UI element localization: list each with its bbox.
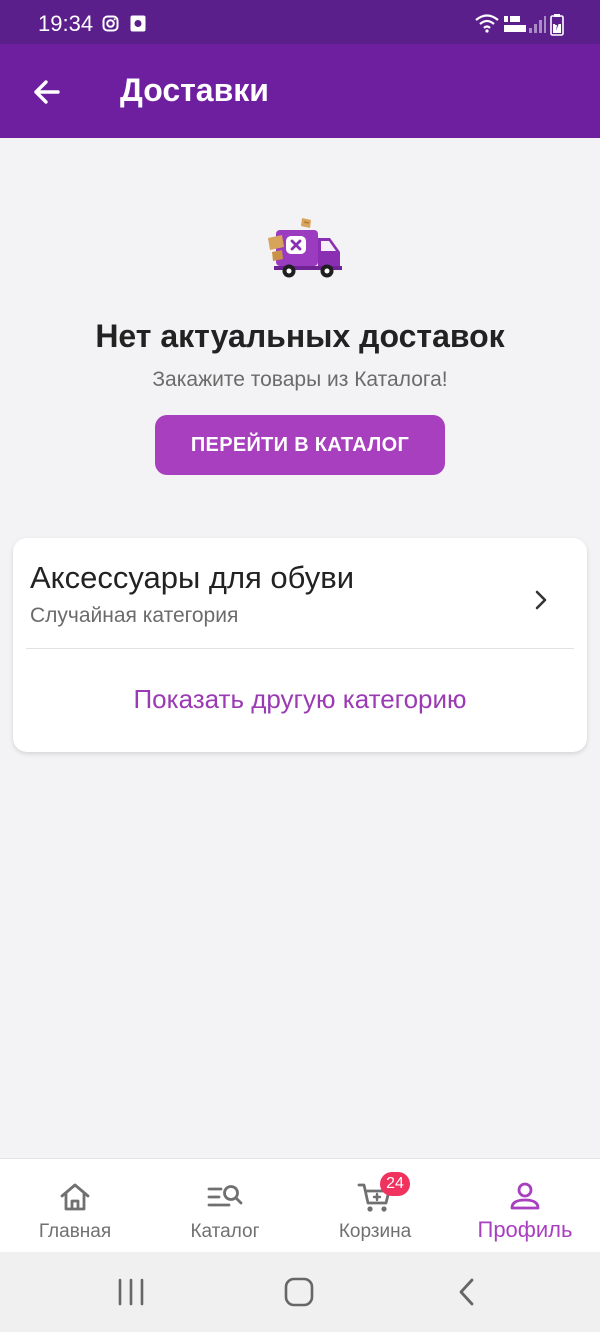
category-title: Аксессуары для обуви [30, 560, 355, 595]
random-category-card: Аксессуары для обуви Случайная категория… [13, 538, 587, 752]
bottom-nav: Главная Каталог 24 Корзина Профиль [0, 1158, 600, 1253]
delivery-truck-icon [268, 218, 342, 278]
profile-icon [510, 1182, 540, 1210]
nav-label-home: Главная [38, 1221, 112, 1242]
instagram-icon [102, 15, 119, 32]
nav-label-catalog: Каталог [190, 1221, 260, 1242]
arrow-back-icon[interactable] [22, 68, 70, 116]
status-time: 19:34 [38, 11, 94, 36]
cart-badge: 24 [380, 1172, 410, 1196]
wifi-icon [475, 14, 499, 33]
volte-lte-icon [504, 16, 526, 32]
catalog-search-icon [207, 1185, 243, 1207]
app-bar: Доставки [0, 44, 600, 138]
go-to-catalog-button[interactable]: ПЕРЕЙТИ В КАТАЛОГ [155, 415, 445, 475]
page-title: Доставки [120, 72, 269, 108]
battery-icon [550, 14, 564, 36]
nav-label-cart: Корзина [338, 1221, 412, 1242]
card-divider [26, 648, 574, 649]
empty-state-subtitle: Закажите товары из Каталога! [152, 368, 448, 391]
status-bar: 19:34 [0, 0, 600, 44]
home-circle-icon[interactable] [283, 1277, 315, 1307]
nav-label-profile: Профиль [477, 1217, 573, 1242]
empty-state-title: Нет актуальных доставок [95, 318, 505, 354]
media-app-icon [130, 15, 146, 32]
nav-item-cart[interactable]: 24 Корзина [300, 1159, 450, 1253]
recents-icon[interactable] [114, 1277, 148, 1307]
back-chevron-icon[interactable] [454, 1277, 480, 1307]
system-nav-bar [0, 1252, 600, 1332]
chevron-right-icon [535, 590, 547, 610]
nav-item-catalog[interactable]: Каталог [150, 1159, 300, 1253]
category-subtitle: Случайная категория [30, 604, 239, 627]
nav-item-home[interactable]: Главная [0, 1159, 150, 1253]
show-another-category-link[interactable]: Показать другую категорию [13, 684, 587, 715]
signal-icon [529, 16, 546, 33]
home-icon [60, 1183, 90, 1211]
nav-item-profile[interactable]: Профиль [450, 1159, 600, 1253]
category-row[interactable]: Аксессуары для обуви Случайная категория [13, 538, 587, 648]
